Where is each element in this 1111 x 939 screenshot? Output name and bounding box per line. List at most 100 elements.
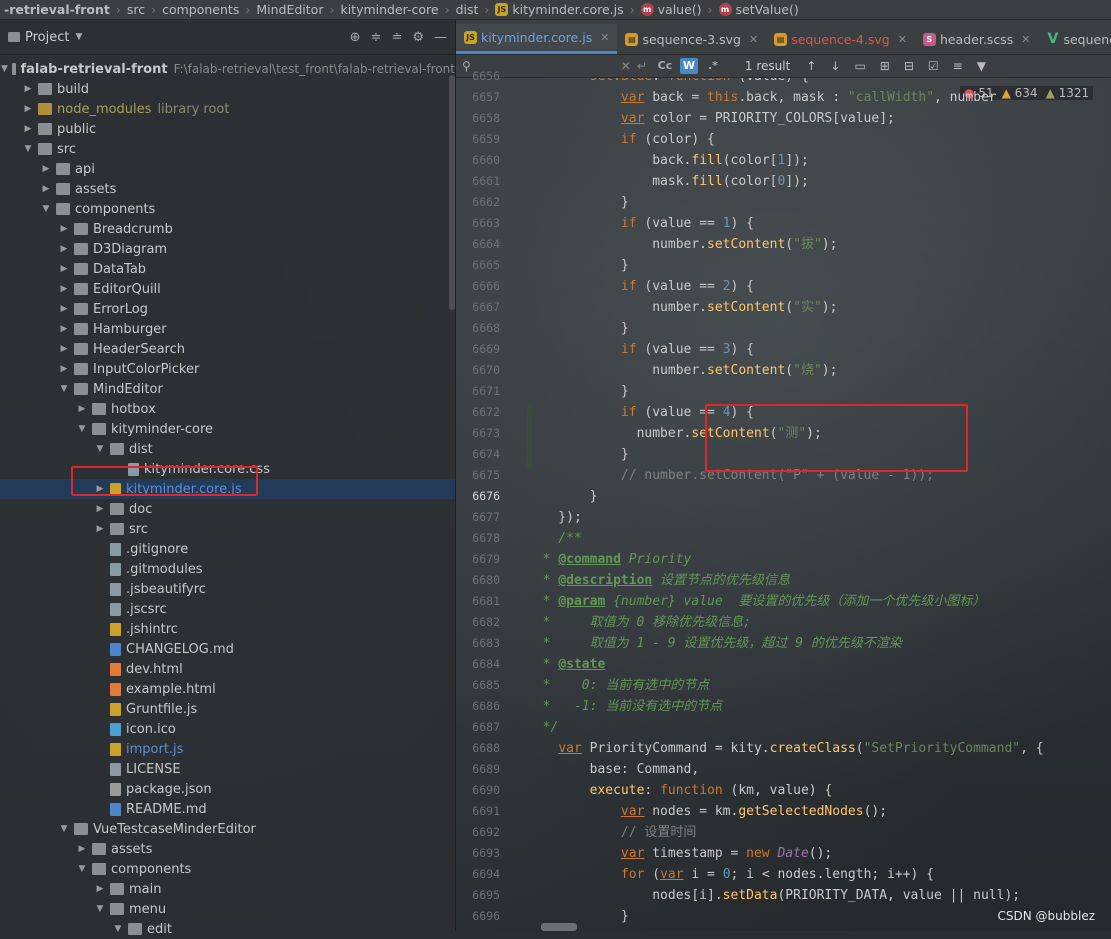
line-number[interactable]: 6662 [450,195,500,209]
breadcrumb-components[interactable]: components [158,2,243,17]
chevron-down-icon[interactable]: ▼ [94,444,106,454]
chevron-right-icon[interactable]: ▶ [40,164,52,174]
clear-icon[interactable]: ✕ [621,59,631,73]
chevron-down-icon[interactable]: ▼ [75,32,82,42]
collapse-all-icon[interactable]: ≐ [391,30,402,45]
tree-item[interactable]: ▼ dist [0,439,455,459]
chevron-down-icon[interactable]: ▼ [94,904,106,914]
whole-word-toggle[interactable]: W [679,58,698,74]
line-number[interactable]: 6659 [450,132,500,146]
line-number[interactable]: 6684 [450,657,500,671]
add-selection-icon[interactable]: ⊞ [880,59,890,73]
project-title[interactable]: Project [25,30,69,45]
line-number[interactable]: 6688 [450,741,500,755]
tree-item[interactable]: ▼ src [0,139,455,159]
code-editor[interactable]: setValue: function (value) { var back = … [527,78,1111,931]
tree-item[interactable]: ▶ D3Diagram [0,239,455,259]
line-number[interactable]: 6667 [450,300,500,314]
tree-item[interactable]: .jshintrc [0,619,455,639]
chevron-down-icon[interactable]: ▼ [58,384,70,394]
tree-item[interactable]: ▶ doc [0,499,455,519]
line-number[interactable]: 6690 [450,783,500,797]
chevron-right-icon[interactable]: ▶ [58,324,70,334]
tree-item[interactable]: ▶ Hamburger [0,319,455,339]
chevron-right-icon[interactable]: ▶ [58,244,70,254]
line-number[interactable]: 6678 [450,531,500,545]
line-number[interactable]: 6675 [450,468,500,482]
line-number[interactable]: 6686 [450,699,500,713]
chevron-down-icon[interactable]: ▼ [1,64,8,74]
tree-item[interactable]: ▶ EditorQuill [0,279,455,299]
next-match-icon[interactable]: ↓ [830,59,840,73]
tree-item[interactable]: ▼ edit [0,919,455,939]
tree-item[interactable]: Gruntfile.js [0,699,455,719]
tree-item[interactable]: .gitignore [0,539,455,559]
match-case-toggle[interactable]: Cc [656,58,674,74]
breadcrumb-kityminder-core[interactable]: kityminder-core [336,2,442,17]
locate-icon[interactable]: ⊕ [350,30,361,45]
select-all-icon[interactable]: ▭ [854,59,865,73]
tree-item[interactable]: ▶ api [0,159,455,179]
line-number[interactable]: 6670 [450,363,500,377]
remove-selection-icon[interactable]: ⊟ [904,59,914,73]
chevron-down-icon[interactable]: ▼ [22,144,34,154]
gear-icon[interactable]: ⚙ [412,30,424,45]
chevron-right-icon[interactable]: ▶ [94,884,106,894]
tree-item[interactable]: ▶ public [0,119,455,139]
tree-item[interactable]: ▶ InputColorPicker [0,359,455,379]
tree-item[interactable]: ▶ hotbox [0,399,455,419]
chevron-right-icon[interactable]: ▶ [94,504,106,514]
tree-item[interactable]: .gitmodules [0,559,455,579]
tree-item[interactable]: ▶ assets [0,839,455,859]
line-number[interactable]: 6657 [450,90,500,104]
line-number[interactable]: 6663 [450,216,500,230]
line-number[interactable]: 6680 [450,573,500,587]
chevron-right-icon[interactable]: ▶ [58,364,70,374]
line-number[interactable]: 6656 [450,69,500,83]
tree-item[interactable]: ▶ Breadcrumb [0,219,455,239]
tree-item[interactable]: ▼ VueTestcaseMinderEditor [0,819,455,839]
chevron-down-icon[interactable]: ▼ [76,864,88,874]
line-number[interactable]: 6664 [450,237,500,251]
tree-item[interactable]: icon.ico [0,719,455,739]
line-number[interactable]: 6695 [450,888,500,902]
line-number[interactable]: 6683 [450,636,500,650]
tree-item[interactable]: ▶ ErrorLog [0,299,455,319]
line-number[interactable]: 6693 [450,846,500,860]
tree-item[interactable]: ▶ build [0,79,455,99]
tree-item[interactable]: .jsbeautifyrc [0,579,455,599]
tree-item[interactable]: ▶ node_modules library root [0,99,455,119]
line-number[interactable]: 6666 [450,279,500,293]
select-all-occurrences-icon[interactable]: ☑ [928,59,939,73]
breadcrumb-file[interactable]: JS kityminder.core.js [491,2,627,17]
breadcrumb-mindeditor[interactable]: MindEditor [252,2,327,17]
line-number[interactable]: 6692 [450,825,500,839]
expand-all-icon[interactable]: ≑ [371,30,382,45]
editor-tab[interactable]: JS kityminder.core.js ✕ [456,24,618,54]
chevron-right-icon[interactable]: ▶ [58,224,70,234]
line-number[interactable]: 6679 [450,552,500,566]
tree-item[interactable]: ▼ components [0,859,455,879]
tree-item[interactable]: ▼ MindEditor [0,379,455,399]
line-number[interactable]: 6669 [450,342,500,356]
line-number[interactable]: 6689 [450,762,500,776]
breadcrumb-src[interactable]: src [123,2,149,17]
horizontal-scrollbar[interactable] [541,923,577,931]
tree-item[interactable]: ▼ falab-retrieval-front F:\falab-retrieval… [0,59,455,79]
breadcrumb-value[interactable]: m value() [637,2,706,17]
line-number[interactable]: 6658 [450,111,500,125]
regex-toggle[interactable]: .* [704,58,722,74]
breadcrumb-project[interactable]: -retrieval-front [0,2,114,17]
chevron-right-icon[interactable]: ▶ [76,844,88,854]
chevron-right-icon[interactable]: ▶ [58,304,70,314]
prev-match-icon[interactable]: ↑ [806,59,816,73]
tree-item[interactable]: ▼ components [0,199,455,219]
tree-item[interactable]: CHANGELOG.md [0,639,455,659]
tree-item[interactable]: example.html [0,679,455,699]
editor-tab[interactable]: VsequenceBox✕ [1038,24,1111,54]
tree-item[interactable]: ▶ main [0,879,455,899]
tree-item[interactable]: README.md [0,799,455,819]
close-icon[interactable]: ✕ [898,33,907,46]
chevron-right-icon[interactable]: ▶ [58,344,70,354]
breadcrumb-setvalue[interactable]: m setValue() [715,2,803,17]
